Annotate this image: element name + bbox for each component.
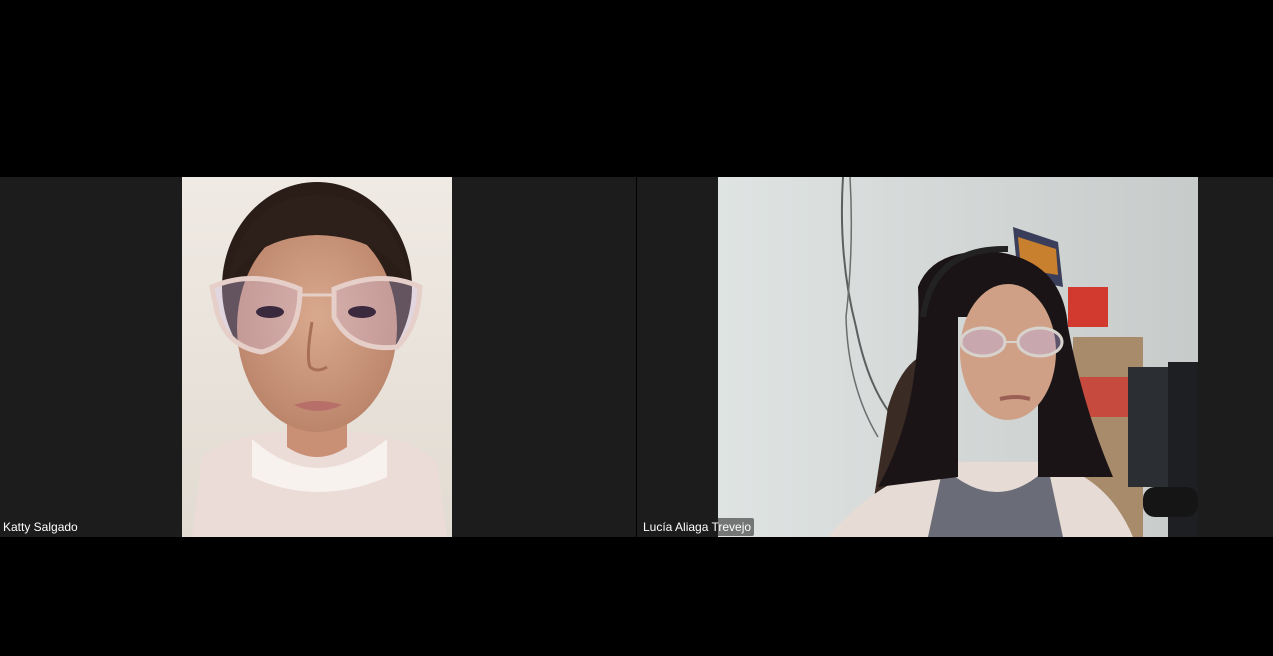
participant-tile-lucia-aliaga-trevejo[interactable]: Lucía Aliaga Trevejo <box>637 177 1273 537</box>
participant-name-label: Lucía Aliaga Trevejo <box>640 518 755 536</box>
video-frame-katty <box>182 177 452 537</box>
video-frame-lucia <box>718 177 1198 537</box>
participant-name-label: Katty Salgado <box>0 518 81 536</box>
participant-video-feed <box>718 177 1198 537</box>
participant-tile-katty-salgado[interactable]: Katty Salgado <box>0 177 636 537</box>
meeting-gallery-view: Katty Salgado Lucía Aliaga Trevejo <box>0 0 1273 656</box>
participant-video-feed <box>182 177 452 537</box>
